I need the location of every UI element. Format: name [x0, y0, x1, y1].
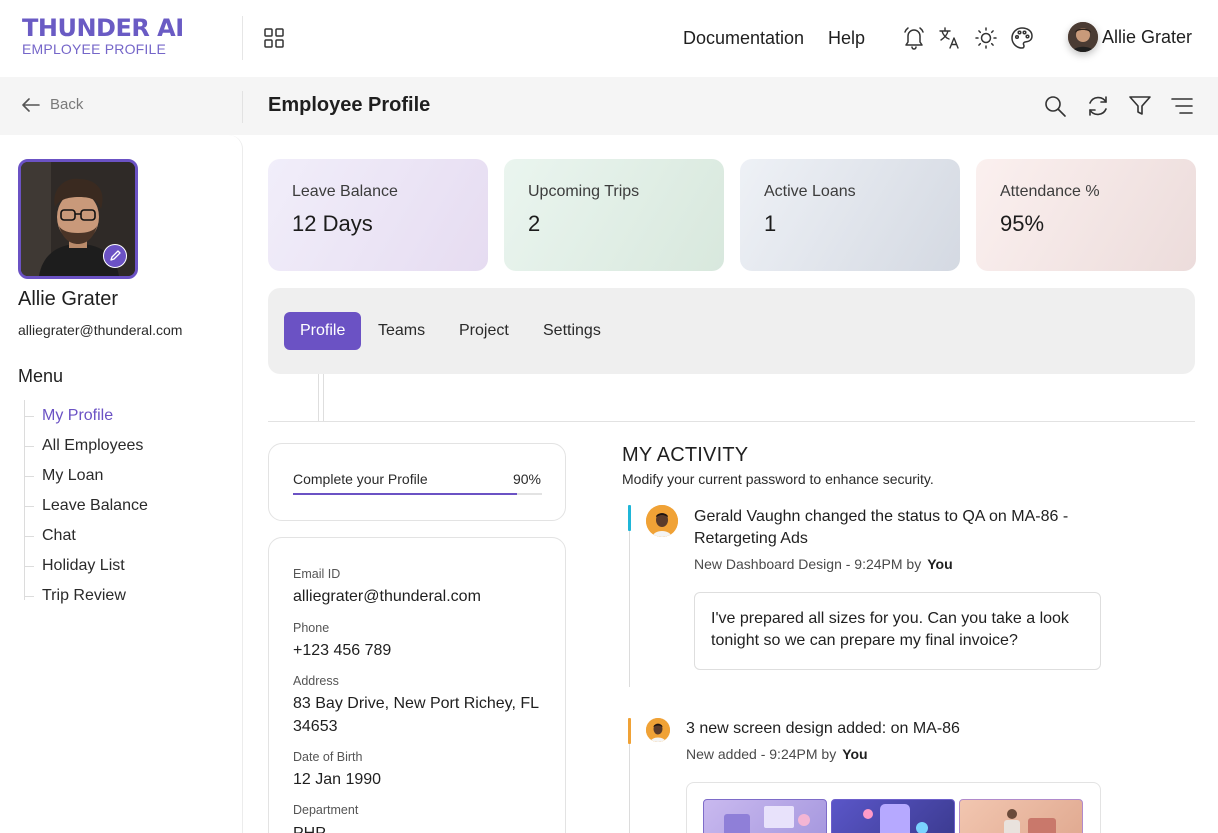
activity-title: MY ACTIVITY — [622, 444, 749, 466]
field-label-address: Address — [293, 674, 339, 688]
notification-icon[interactable] — [901, 25, 927, 51]
activity-accent-bar — [628, 718, 631, 744]
left-sidebar: Allie Grater alliegrater@thunderal.com M… — [0, 135, 243, 833]
field-label-email: Email ID — [293, 567, 341, 581]
sub-header: Back Employee Profile — [0, 77, 1218, 135]
activity-avatar — [646, 718, 670, 742]
design-thumbnail[interactable] — [831, 799, 955, 833]
page-title: Employee Profile — [268, 94, 431, 116]
activity-meta: New added - 9:24PM by You — [686, 746, 868, 762]
completion-percent: 90% — [512, 471, 541, 487]
menu-icon[interactable] — [1170, 94, 1194, 118]
sidebar-item-all-employees[interactable]: All Employees — [24, 435, 148, 465]
stat-label: Active Loans — [764, 183, 856, 200]
stat-card-upcoming-trips[interactable]: Upcoming Trips 2 — [504, 159, 724, 271]
design-thumbnail[interactable] — [959, 799, 1083, 833]
contact-details-card: Email ID alliegrater@thunderal.com Phone… — [268, 537, 566, 833]
field-value-department: PHP — [293, 822, 548, 833]
profile-completion-card: Complete your Profile 90% — [268, 443, 566, 521]
pencil-icon — [110, 250, 121, 261]
stat-value: 1 — [764, 211, 777, 236]
nav-help[interactable]: Help — [828, 27, 865, 49]
stat-label: Leave Balance — [292, 183, 398, 200]
tab-connector-line — [318, 374, 319, 422]
tab-settings[interactable]: Settings — [543, 312, 601, 350]
back-button[interactable]: Back — [22, 96, 83, 113]
sidebar-item-my-profile[interactable]: My Profile — [24, 405, 148, 435]
activity-meta: New Dashboard Design - 9:24PM by You — [694, 556, 953, 572]
tab-teams[interactable]: Teams — [378, 312, 425, 350]
activity-comment: I've prepared all sizes for you. Can you… — [694, 592, 1101, 670]
activity-accent-bar — [628, 505, 631, 531]
sidebar-menu: My Profile All Employees My Loan Leave B… — [24, 405, 148, 615]
activity-meta-user[interactable]: You — [842, 746, 867, 762]
completion-progress-fill — [293, 493, 518, 495]
activity-meta-text: New Dashboard Design - 9:24PM by — [694, 556, 922, 572]
subheader-divider — [242, 91, 243, 123]
apps-grid-icon[interactable] — [263, 27, 285, 49]
activity-timeline-line — [629, 505, 630, 687]
stat-card-leave-balance[interactable]: Leave Balance 12 Days — [268, 159, 488, 271]
top-header: THUNDER AI EMPLOYEE PROFILE Documentatio… — [0, 0, 1218, 77]
profile-tabs: Profile Teams Project Settings — [268, 288, 1195, 374]
palette-icon[interactable] — [1009, 25, 1035, 51]
arrow-left-icon — [22, 97, 40, 112]
stat-card-active-loans[interactable]: Active Loans 1 — [740, 159, 960, 271]
menu-title: Menu — [18, 366, 64, 386]
field-value-email: alliegrater@thunderal.com — [293, 588, 481, 605]
sidebar-item-my-loan[interactable]: My Loan — [24, 465, 148, 495]
field-value-phone: +123 456 789 — [293, 642, 392, 659]
tab-project[interactable]: Project — [459, 312, 509, 350]
user-menu[interactable]: Allie Grater — [1068, 22, 1192, 52]
filter-icon[interactable] — [1128, 94, 1152, 118]
field-value-dob: 12 Jan 1990 — [293, 771, 382, 788]
search-icon[interactable] — [1043, 94, 1067, 118]
brand-title: THUNDER AI — [22, 14, 184, 42]
stat-value: 12 Days — [292, 211, 373, 236]
stat-value: 95% — [1000, 211, 1045, 236]
sidebar-item-chat[interactable]: Chat — [24, 525, 148, 555]
edit-photo-button[interactable] — [103, 244, 127, 268]
stat-card-attendance[interactable]: Attendance % 95% — [976, 159, 1196, 271]
tab-profile[interactable]: Profile — [284, 312, 362, 350]
activity-avatar — [646, 505, 678, 537]
sun-icon[interactable] — [973, 25, 999, 51]
back-label: Back — [50, 96, 84, 113]
field-label-dob: Date of Birth — [293, 750, 363, 764]
sidebar-item-trip-review[interactable]: Trip Review — [24, 585, 148, 615]
header-divider — [242, 16, 243, 60]
field-label-phone: Phone — [293, 621, 330, 635]
sidebar-item-holiday-list[interactable]: Holiday List — [24, 555, 148, 585]
activity-meta-text: New added - 9:24PM by — [686, 746, 837, 762]
refresh-icon[interactable] — [1086, 94, 1110, 118]
user-avatar — [1068, 22, 1098, 52]
activity-text: 3 new screen design added: on MA-86 — [686, 720, 960, 737]
field-value-address: 83 Bay Drive, New Port Richey, FL 34653 — [293, 695, 539, 735]
profile-name: Allie Grater — [18, 288, 119, 310]
section-divider — [268, 421, 1195, 422]
brand-subtitle: EMPLOYEE PROFILE — [22, 41, 167, 57]
translate-icon[interactable] — [937, 25, 963, 51]
design-gallery — [686, 782, 1101, 833]
brand-logo[interactable]: THUNDER AI EMPLOYEE PROFILE — [22, 14, 184, 56]
profile-email: alliegrater@thunderal.com — [18, 322, 183, 338]
nav-documentation[interactable]: Documentation — [683, 27, 804, 49]
activity-subtitle: Modify your current password to enhance … — [622, 471, 934, 487]
activity-meta-user[interactable]: You — [927, 556, 952, 572]
completion-label: Complete your Profile — [293, 471, 428, 487]
tab-connector-line — [323, 374, 324, 422]
completion-progress-bar — [293, 493, 542, 495]
stat-value: 2 — [528, 211, 541, 236]
field-label-department: Department — [293, 803, 359, 817]
stat-label: Attendance % — [1000, 183, 1100, 200]
activity-text: Gerald Vaughn changed the status to QA o… — [694, 508, 1069, 547]
user-name: Allie Grater — [1102, 26, 1193, 47]
stat-label: Upcoming Trips — [528, 183, 640, 200]
sidebar-item-leave-balance[interactable]: Leave Balance — [24, 495, 148, 525]
design-thumbnail[interactable] — [703, 799, 827, 833]
main-content: Leave Balance 12 Days Upcoming Trips 2 A… — [243, 135, 1218, 833]
